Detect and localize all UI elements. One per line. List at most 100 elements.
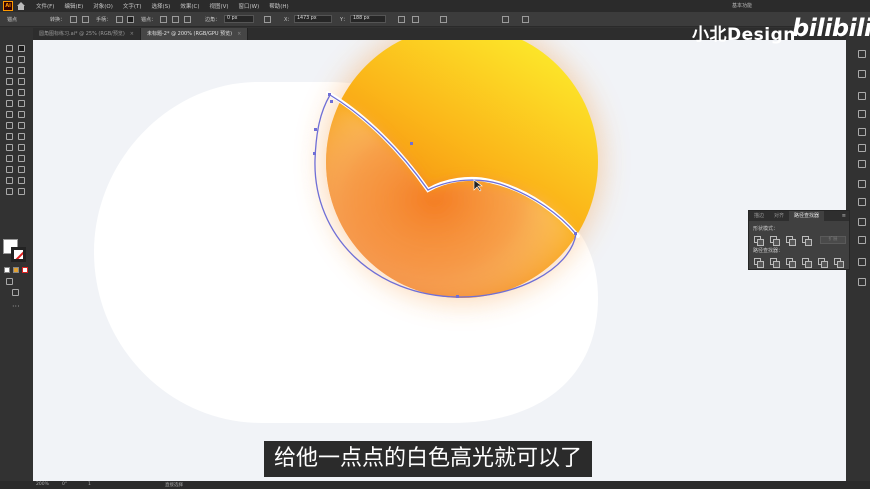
shape-builder-icon[interactable] (502, 16, 509, 23)
symbol-sprayer-tool-icon[interactable] (6, 166, 13, 173)
merge-icon[interactable] (786, 258, 796, 268)
minus-front-icon[interactable] (770, 236, 780, 246)
rotate-tool-icon[interactable] (6, 111, 13, 118)
symbols-icon[interactable] (858, 144, 866, 152)
artboard-number[interactable]: 1 (88, 482, 91, 487)
stroke-color-swatch[interactable] (11, 247, 26, 262)
lasso-tool-icon[interactable] (18, 56, 25, 63)
menu-file[interactable]: 文件(F) (36, 2, 54, 10)
graph-tool-icon[interactable] (18, 166, 25, 173)
align-objects-icon[interactable] (440, 16, 447, 23)
free-transform-tool-icon[interactable] (18, 122, 25, 129)
direct-selection-tool-icon[interactable] (18, 45, 25, 52)
rotation-value[interactable]: 0° (62, 482, 67, 487)
eyedropper-tool-icon[interactable] (6, 155, 13, 162)
show-handles-icon[interactable] (116, 16, 123, 23)
expand-button[interactable]: 扩展 (820, 236, 846, 244)
isolate-icon[interactable] (398, 16, 405, 23)
pathfinders-label: 路径查找器： (753, 248, 784, 254)
trim-icon[interactable] (770, 258, 780, 268)
divide-icon[interactable] (754, 258, 764, 268)
type-tool-icon[interactable] (6, 78, 13, 85)
magic-wand-tool-icon[interactable] (6, 56, 13, 63)
screen-mode-icon[interactable] (12, 289, 19, 296)
brushes-icon[interactable] (858, 128, 866, 136)
panel-menu-icon[interactable]: ≡ (842, 213, 846, 219)
connect-anchor-icon[interactable] (172, 16, 179, 23)
menu-window[interactable]: 窗口(W) (239, 2, 260, 10)
draw-mode-icon[interactable] (6, 278, 13, 285)
menu-type[interactable]: 文字(T) (123, 2, 142, 10)
zoom-level[interactable]: 200% (36, 482, 49, 487)
menu-select[interactable]: 选择(S) (152, 2, 171, 10)
y-position-field[interactable]: 188 px (350, 15, 386, 23)
eraser-tool-icon[interactable] (18, 100, 25, 107)
convert-corner-icon[interactable] (70, 16, 77, 23)
workspace-switcher[interactable]: 基本功能 (732, 2, 752, 9)
x-position-field[interactable]: 1473 px (294, 15, 332, 23)
remove-anchor-icon[interactable] (160, 16, 167, 23)
hand-tool-icon[interactable] (6, 188, 13, 195)
close-icon[interactable]: × (130, 31, 134, 37)
corner-radius-field[interactable]: 0 px (224, 15, 254, 23)
shape-builder-tool-icon[interactable] (6, 133, 13, 140)
minus-back-icon[interactable] (834, 258, 844, 268)
menu-object[interactable]: 对象(O) (93, 2, 113, 10)
color-panel-icon[interactable] (858, 92, 866, 100)
selection-tool-icon[interactable] (6, 45, 13, 52)
slice-tool-icon[interactable] (18, 177, 25, 184)
unite-icon[interactable] (754, 236, 764, 246)
tab-icon-practice[interactable]: 圆角图标练习.ai* @ 25% (RGB/预览) × (33, 28, 141, 40)
transparency-icon[interactable] (858, 218, 866, 226)
pathfinder-panel-icon[interactable] (858, 258, 866, 266)
tab-align[interactable]: 对齐 (769, 211, 789, 221)
curvature-tool-icon[interactable] (18, 67, 25, 74)
mesh-tool-icon[interactable] (6, 144, 13, 151)
crop-icon[interactable] (802, 258, 812, 268)
exclude-icon[interactable] (802, 236, 812, 246)
tab-stroke[interactable]: 描边 (749, 211, 769, 221)
ellipse-tool-icon[interactable] (6, 89, 13, 96)
close-icon[interactable]: × (237, 31, 241, 37)
gradient-mode-icon[interactable] (13, 267, 19, 273)
tab-pathfinder[interactable]: 路径查找器 (789, 211, 825, 221)
transform-icon[interactable] (412, 16, 419, 23)
outline-icon[interactable] (818, 258, 828, 268)
line-tool-icon[interactable] (18, 78, 25, 85)
properties-icon[interactable] (858, 50, 866, 58)
perspective-tool-icon[interactable] (18, 133, 25, 140)
anchors-label: 锚点： (141, 17, 157, 23)
more-tools-icon[interactable]: ··· (12, 302, 20, 311)
pen-tool-icon[interactable] (6, 67, 13, 74)
align-left-icon[interactable] (264, 16, 271, 23)
layers-icon[interactable] (858, 180, 866, 188)
width-tool-icon[interactable] (6, 122, 13, 129)
swatches-icon[interactable] (858, 110, 866, 118)
pencil-tool-icon[interactable] (6, 100, 13, 107)
artboard-canvas[interactable] (33, 40, 846, 481)
gradient-tool-icon[interactable] (18, 144, 25, 151)
convert-smooth-icon[interactable] (82, 16, 89, 23)
menu-edit[interactable]: 编辑(E) (64, 2, 83, 10)
tab-untitled-2[interactable]: 未标题-2* @ 200% (RGB/GPU 预览) × (141, 28, 249, 40)
home-icon[interactable] (16, 1, 26, 11)
color-mode-icon[interactable] (4, 267, 10, 273)
panel-menu-icon[interactable] (522, 16, 529, 23)
scale-tool-icon[interactable] (18, 111, 25, 118)
graphic-styles-icon[interactable] (858, 160, 866, 168)
zoom-tool-icon[interactable] (18, 188, 25, 195)
hide-handles-icon[interactable] (127, 16, 134, 23)
intersect-icon[interactable] (786, 236, 796, 246)
appearance-icon[interactable] (858, 198, 866, 206)
cut-path-icon[interactable] (184, 16, 191, 23)
blend-tool-icon[interactable] (18, 155, 25, 162)
libraries-icon[interactable] (858, 70, 866, 78)
none-mode-icon[interactable] (22, 267, 28, 273)
paintbrush-tool-icon[interactable] (18, 89, 25, 96)
menu-effect[interactable]: 效果(C) (180, 2, 199, 10)
align-panel-icon[interactable] (858, 278, 866, 286)
menu-help[interactable]: 帮助(H) (269, 2, 288, 10)
artboard-tool-icon[interactable] (6, 177, 13, 184)
menu-view[interactable]: 视图(V) (209, 2, 228, 10)
stroke-panel-icon[interactable] (858, 236, 866, 244)
